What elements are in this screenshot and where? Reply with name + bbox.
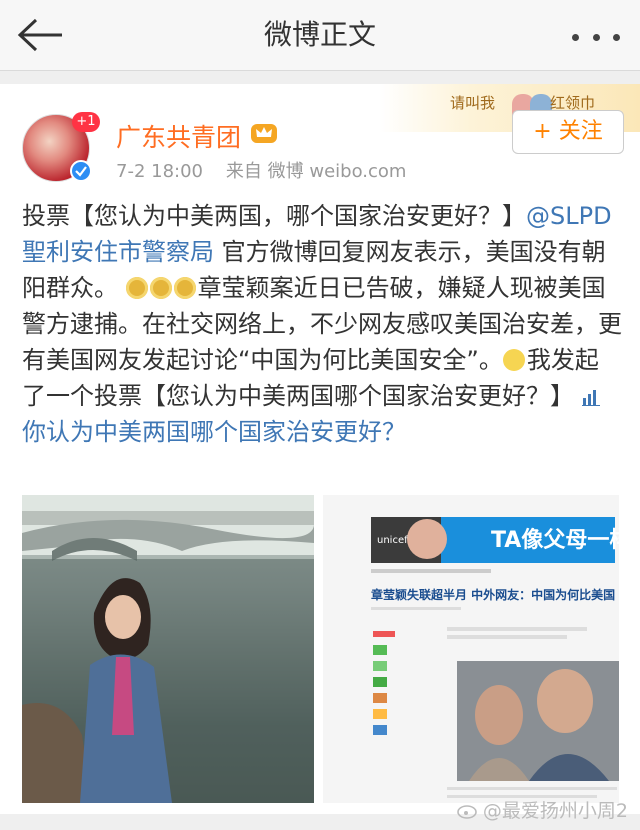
post-image-news-screenshot[interactable]: unicef TA像父母一样 章莹颖失联超半月 中外网友：中国为何比美国 — [323, 495, 619, 803]
top-navigation-bar: 微博正文 — [0, 0, 640, 71]
poll-link[interactable]: 你认为中美两国哪个国家治安更好？ — [22, 418, 406, 446]
shrug-emoji-icon — [173, 277, 196, 299]
post-content: 投票【您认为中美两国，哪个国家治安更好？】@SLPD聖利安住市警察局 官方微博回… — [22, 198, 622, 450]
watermark: @最爱扬州小周2 — [457, 796, 628, 823]
news-headline: 章莹颖失联超半月 中外网友：中国为何比美国 — [371, 587, 615, 602]
shrug-emoji-icon — [125, 277, 148, 299]
shrug-emoji-icon — [149, 277, 172, 299]
more-options-icon[interactable] — [572, 34, 620, 42]
weibo-logo-icon — [457, 805, 477, 819]
username[interactable]: 广东共青团 — [116, 118, 241, 154]
verified-badge-icon — [70, 160, 92, 182]
glasses-emoji-icon — [502, 349, 525, 371]
notification-badge: +1 — [72, 112, 100, 132]
page-title: 微博正文 — [263, 18, 376, 51]
post-meta: 7-2 18:00 来自 微博 weibo.com — [116, 157, 406, 183]
news-banner-text: TA像父母一样 — [491, 527, 619, 553]
follow-button[interactable]: + 关注 — [512, 110, 624, 154]
vip-crown-icon[interactable] — [250, 121, 278, 145]
weibo-post-card: 请叫我 红领巾 +1 广东共青团 7-2 18:00 来自 微博 weibo.c… — [0, 84, 640, 814]
banner-text-left: 请叫我 — [450, 94, 496, 112]
unicef-logo-text: unicef — [377, 535, 408, 546]
poll-chart-icon — [581, 390, 600, 406]
post-source: 来自 微博 weibo.com — [225, 161, 407, 182]
watermark-text: @最爱扬州小周2 — [482, 800, 628, 822]
post-image-woman-by-lake[interactable] — [22, 495, 314, 803]
post-text-1: 投票【您认为中美两国，哪个国家治安更好？】 — [22, 202, 526, 230]
post-timestamp: 7-2 18:00 — [116, 161, 203, 182]
